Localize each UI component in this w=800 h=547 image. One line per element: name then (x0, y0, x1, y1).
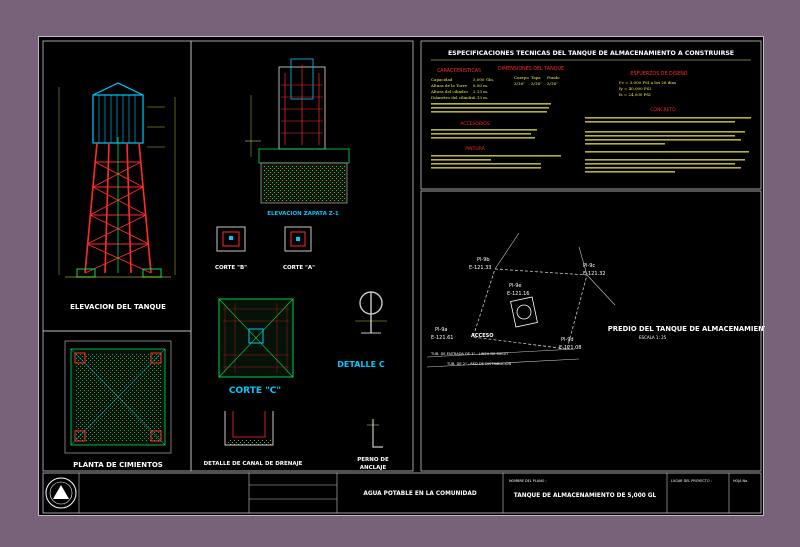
cuts-a-b: CORTE "B" CORTE "A" (215, 226, 315, 271)
site-scale: ESCALA 1: 25 (639, 335, 667, 340)
tank-roof (92, 82, 144, 96)
dim-value-1: 3/16" (514, 81, 525, 86)
project-place-label: LUGAR DEL PROYECTO : (671, 479, 712, 483)
specs-concrete: CONCRETO (650, 107, 676, 113)
height-tower-label: Altura de la Torre (430, 83, 468, 88)
steel-fs: fs = 24,000 PSI (619, 92, 651, 97)
detail-c-title: DETALLE C (337, 360, 385, 369)
access-label: ACCESO (471, 333, 493, 339)
distribution-label: TUB. DE 2" - RED DE DISTRIBUCION (446, 362, 511, 366)
dim-header-2: Tapa (531, 75, 541, 80)
specs-text-lines (431, 103, 751, 173)
anchor-bolt-drawing: PERNO DE ANCLAJE (357, 419, 389, 471)
point-9b-elev: E-121.33 (469, 265, 491, 271)
dim-value-2: 3/16" (531, 81, 542, 86)
height-tower-value: 8.00 m. (473, 83, 488, 88)
point-9e-elev: E-121.16 (507, 291, 529, 297)
tank-footprint (510, 296, 538, 328)
title-block: AGUA POTABLE EN LA COMUNIDAD NOMBRE DEL … (42, 472, 762, 514)
concrete-fc: f'c = 3,000 PSI a los 28 días (619, 80, 676, 85)
footing-elevation-title: ELEVACION ZAPATA Z-1 (267, 211, 339, 217)
drain-channel-drawing: DETALLE DE CANAL DE DRENAJE (204, 411, 303, 467)
tank-body (92, 94, 144, 144)
street-label: TUB. DE ENTRADA DE 1" - LINEA DE RIEGO (430, 352, 508, 356)
specs-title: ESPECIFICACIONES TECNICAS DEL TANQUE DE … (448, 50, 734, 57)
logo-seal (45, 477, 77, 509)
footing-elevation-drawing: ELEVACION ZAPATA Z-1 (245, 58, 350, 217)
point-9e-label: Pl-9e (509, 283, 521, 289)
plan-name-label: NOMBRE DEL PLANO : (509, 479, 547, 483)
steel-fy: fy = 40,000 PSI (619, 86, 651, 91)
page-number-label: HOJA No. (733, 479, 748, 483)
height-cyl-label: Altura del cilindro (430, 89, 469, 94)
drawing-sheet: ELEVACION DEL TANQUE PLANTA DE CIMIENTOS… (38, 36, 765, 516)
cut-c-drawing: CORTE "C" (218, 298, 294, 396)
cap-value: 5,000 Gln. (473, 77, 494, 82)
drain-detail-title: DETALLE DE CANAL DE DRENAJE (204, 461, 303, 467)
foundation-plan-title: PLANTA DE CIMIENTOS (73, 461, 163, 469)
tank-elevation-drawing: ELEVACION DEL TANQUE (58, 82, 176, 311)
point-9b-label: Pl-9b (477, 257, 490, 263)
point-9d-label: Pl-9d (561, 337, 574, 343)
cut-b-title: CORTE "B" (215, 265, 247, 271)
dim-header-3: Fondo (547, 75, 560, 80)
diam-value: 2.13 m. (473, 95, 488, 100)
site-plan-drawing: Pl-9b E-121.33 Pl-9c E-121.32 Pl-9e E-12… (426, 232, 765, 368)
specs-design-effort: ESFUERZOS DE DISEÑO (630, 70, 687, 77)
cap-label: Capacidad (431, 77, 453, 82)
elevation-tank-title: ELEVACION DEL TANQUE (70, 303, 166, 311)
cad-drawing: ELEVACION DEL TANQUE PLANTA DE CIMIENTOS… (42, 40, 765, 514)
site-title: PREDIO DEL TANQUE DE ALMACENAMIENTO (608, 325, 765, 333)
point-9c-elev: E-121.32 (583, 271, 605, 277)
point-9d-elev: E-121.08 (559, 345, 581, 351)
cut-c-title: CORTE "C" (229, 386, 281, 396)
specs-dimensions: DIMENSIONES DEL TANQUE (498, 66, 564, 72)
point-9a-elev: E-121.61 (431, 335, 453, 341)
frame-elevation (42, 40, 192, 332)
frame-specs (420, 40, 762, 190)
specs-paint: PINTURA (465, 146, 485, 152)
point-9a-label: Pl-9a (435, 327, 447, 333)
foundation-plan-drawing: PLANTA DE CIMIENTOS (64, 340, 172, 469)
anchor-bolt-title-1: PERNO DE (357, 457, 389, 463)
specs-characteristics: CARACTERISTICAS (437, 68, 481, 74)
dim-header-1: Cuerpo (514, 75, 529, 80)
diam-label: Diámetro del cilindro (431, 95, 475, 100)
point-9c-label: Pl-9c (583, 263, 595, 269)
anchor-bolt-title-2: ANCLAJE (360, 465, 387, 471)
cut-a-title: CORTE "A" (283, 265, 315, 271)
dim-value-3: 3/16" (547, 81, 558, 86)
sheet-name: TANQUE DE ALMACENAMIENTO DE 5,000 GL (514, 493, 657, 499)
height-cyl-value: 2.13 m. (473, 89, 488, 94)
specs-accessories: ACCESORIOS (460, 121, 490, 127)
specifications-panel: ESPECIFICACIONES TECNICAS DEL TANQUE DE … (430, 50, 751, 173)
detail-c-drawing: DETALLE C (337, 291, 387, 369)
project-name: AGUA POTABLE EN LA COMUNIDAD (363, 491, 477, 497)
